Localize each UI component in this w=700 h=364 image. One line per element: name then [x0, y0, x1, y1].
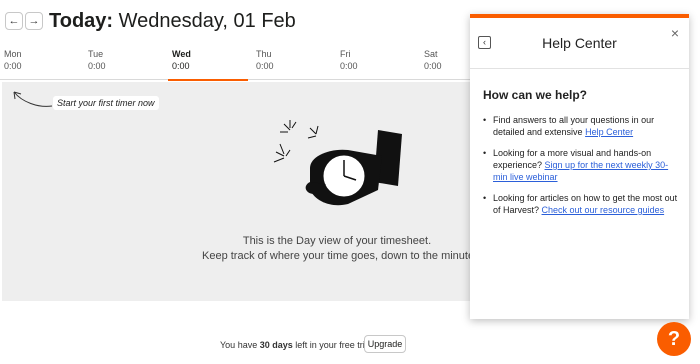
- previous-day-button[interactable]: ←: [5, 12, 23, 30]
- day-name: Tue: [88, 49, 104, 59]
- trial-suffix: left in your free trial.: [292, 340, 375, 350]
- help-button[interactable]: ?: [657, 322, 691, 356]
- upgrade-button[interactable]: Upgrade: [364, 335, 406, 353]
- stopwatch-hand-icon: [273, 120, 402, 206]
- trial-prefix: You have: [220, 340, 260, 350]
- day-tabs: Mon 0:00 Tue 0:00 Wed 0:00 Thu 0:00 Fri 0:00 …: [0, 49, 470, 81]
- empty-state-line-2: Keep track of where your time goes, down…: [202, 250, 475, 262]
- help-list: Find answers to all your questions in ou…: [483, 114, 681, 225]
- day-name: Fri: [340, 49, 351, 59]
- day-name: Wed: [172, 49, 191, 59]
- tab-day-tue[interactable]: Tue 0:00: [84, 49, 164, 80]
- trial-notice: You have 30 days left in your free trial…: [220, 340, 374, 350]
- help-center-link[interactable]: Help Center: [585, 127, 633, 137]
- next-day-button[interactable]: →: [25, 12, 43, 30]
- tab-day-fri[interactable]: Fri 0:00: [336, 49, 416, 80]
- help-heading: How can we help?: [483, 88, 588, 102]
- tab-day-wed[interactable]: Wed 0:00: [168, 49, 248, 81]
- trial-days: 30 days: [259, 340, 293, 350]
- day-total: 0:00: [172, 61, 190, 71]
- list-item: Looking for a more visual and hands-on e…: [483, 147, 681, 183]
- day-name: Thu: [256, 49, 272, 59]
- day-name: Mon: [4, 49, 22, 59]
- empty-state-line-1: This is the Day view of your timesheet.: [242, 235, 432, 247]
- curved-arrow-icon: [13, 91, 53, 107]
- day-total: 0:00: [340, 61, 358, 71]
- page-title-date: Wednesday, 01 Feb: [113, 10, 296, 32]
- page-title-bold: Today:: [49, 10, 114, 32]
- first-timer-hint: Start your first timer now: [53, 96, 159, 110]
- help-center-panel: ‹ Help Center × How can we help? Find an…: [470, 14, 689, 319]
- resource-guides-link[interactable]: Check out our resource guides: [542, 205, 665, 215]
- day-total: 0:00: [256, 61, 274, 71]
- divider: [470, 68, 689, 69]
- list-item: Find answers to all your questions in ou…: [483, 114, 681, 138]
- close-icon[interactable]: ×: [671, 25, 679, 41]
- day-total: 0:00: [4, 61, 22, 71]
- list-item: Looking for articles on how to get the m…: [483, 192, 681, 216]
- tab-day-thu[interactable]: Thu 0:00: [252, 49, 332, 80]
- tab-day-mon[interactable]: Mon 0:00: [0, 49, 80, 80]
- help-center-title: Help Center: [542, 35, 617, 51]
- page-title: Today: Wednesday, 01 Feb: [49, 10, 296, 33]
- day-total: 0:00: [88, 61, 106, 71]
